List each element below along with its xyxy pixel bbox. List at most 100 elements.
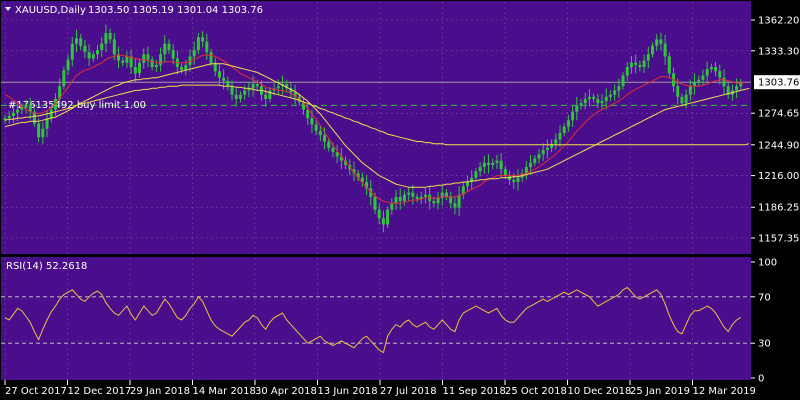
time-tick-label: 10 Dec 2018 [568,386,632,397]
candle-body [718,71,722,78]
price-tick-label: 1244.90 [758,140,799,151]
candle-body [646,54,650,61]
candle-body [159,54,163,65]
candle-body [146,54,150,60]
candle-body [562,126,566,134]
rsi-tick-label: 100 [758,258,777,269]
candle-body [533,158,537,163]
time-tick-label: 12 Mar 2019 [693,386,756,397]
candle-body [474,171,478,178]
candle-body [142,54,146,63]
candle-body [390,203,394,210]
price-tick-label: 1333.30 [758,46,799,57]
candle-body [432,201,436,204]
price-panel[interactable] [1,1,751,254]
candle-body [11,112,15,116]
candle-body [402,194,406,202]
candle-body [37,123,41,138]
candle-body [701,75,705,80]
time-tick-label: 27 Jul 2018 [380,386,437,397]
candle-body [566,120,570,127]
candle-body [466,181,469,187]
candle-body [407,192,411,195]
candle-body [444,192,448,197]
candle-body [192,50,196,57]
candle-body [592,96,596,99]
candle-body [112,39,116,55]
time-tick-label: 11 Sep 2018 [443,386,506,397]
price-tick-label: 1157.35 [758,234,799,245]
candle-body [697,79,701,82]
candle-body [70,43,74,60]
candle-body [163,43,167,55]
candle-body [659,39,663,44]
rsi-tick-label: 0 [758,374,764,385]
candle-body [629,62,633,68]
price-tick-label: 1216.00 [758,171,799,182]
candle-body [680,96,684,104]
time-tick-label: 29 Jan 2018 [130,386,190,397]
candle-body [133,67,137,74]
candle-body [625,67,629,76]
candle-body [714,67,718,72]
candle-body [318,130,322,136]
candle-body [735,86,739,91]
chart-canvas: #176135492 buy limit 1.00 XAUUSD,Daily 1… [0,0,800,400]
candle-body [411,192,415,197]
candle-body [222,77,226,81]
candle-body [104,32,108,44]
time-tick-label: 14 Mar 2018 [193,386,256,397]
candle-body [537,154,541,159]
candle-body [651,45,654,55]
candle-body [554,139,558,144]
candle-body [634,62,638,65]
price-tick-label: 1362.20 [758,16,799,27]
candle-body [310,118,314,125]
candle-body [491,162,495,165]
candle-body [638,64,642,68]
candle-body [196,37,200,51]
candle-body [621,75,625,87]
candle-body [74,38,78,44]
candle-body [642,60,646,68]
candle-body [167,43,171,51]
candle-body [243,90,247,95]
candle-body [180,67,184,71]
time-tick-label: 25 Oct 2018 [505,386,567,397]
candle-body [457,194,461,208]
candle-body [16,109,20,113]
rsi-label: RSI(14) 52.2618 [6,261,87,272]
rsi-panel[interactable] [1,257,751,380]
candle-body [423,194,427,197]
candle-body [684,94,688,104]
candle-body [96,50,99,55]
candle-body [49,109,53,119]
candle-body [587,96,591,99]
candle-body [276,86,280,89]
candle-body [398,196,402,202]
candle-body [436,197,440,204]
candle-body [138,62,142,74]
candle-body [516,177,520,182]
candle-body [579,103,583,106]
candle-body [323,135,327,142]
candle-body [503,169,507,176]
candle-body [386,209,390,225]
candle-body [608,94,612,97]
candle-body [499,160,503,170]
candle-body [600,101,604,104]
candle-body [381,218,385,225]
candle-body [201,37,205,42]
candle-body [24,105,28,108]
symbol-label: XAUUSD,Daily [15,5,86,16]
candle-body [663,43,667,57]
candle-body [226,80,230,87]
candle-body [583,98,587,104]
candle-body [449,196,453,204]
candle-body [83,45,87,53]
candle-body [150,59,154,68]
candle-body [209,52,213,63]
candle-body [121,60,125,63]
candle-body [238,94,242,99]
candle-body [495,160,499,163]
